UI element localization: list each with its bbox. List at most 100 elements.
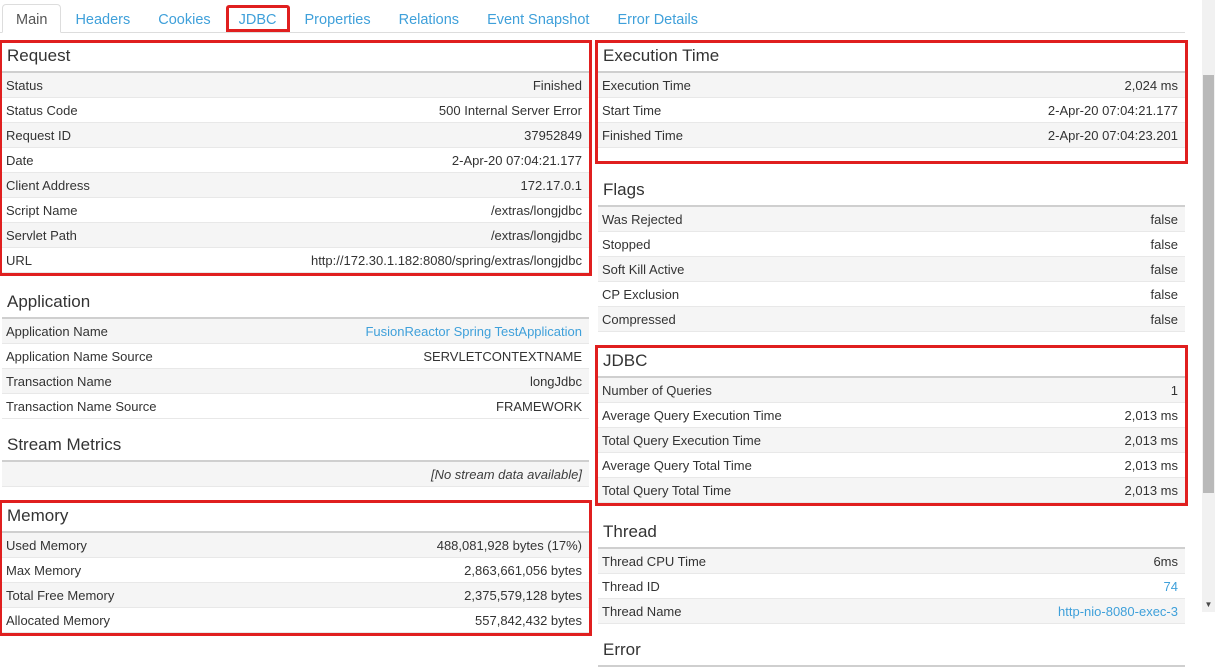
row-label: CP Exclusion (602, 287, 679, 302)
table-row: Average Query Total Time 2,013 ms (598, 453, 1185, 478)
table-row: Number of Queries1 (598, 378, 1185, 403)
tab-properties[interactable]: Properties (291, 4, 385, 33)
table-row: Transaction Name SourceFRAMEWORK (2, 394, 589, 419)
table-row: Compressedfalse (598, 307, 1185, 332)
row-label: Soft Kill Active (602, 262, 684, 277)
row-label: Request ID (6, 128, 71, 143)
row-value: /extras/longjdbc (491, 203, 582, 218)
row-label: Start Time (602, 103, 661, 118)
section-title-memory: Memory (2, 503, 589, 533)
row-label: Status Code (6, 103, 78, 118)
vertical-scrollbar[interactable]: ▼ (1202, 0, 1215, 612)
table-row: CP Exclusionfalse (598, 282, 1185, 307)
row-label: Transaction Name Source (6, 399, 157, 414)
row-label: Total Query Execution Time (602, 433, 761, 448)
row-label: Average Query Execution Time (602, 408, 782, 423)
row-value-link[interactable]: 74 (1164, 579, 1178, 594)
row-value: 557,842,432 bytes (475, 613, 582, 628)
request-detail-main: RequestStatusFinishedStatus Code500 Inte… (0, 33, 1215, 667)
table-row: Total Free Memory 2,375,579,128 bytes (2, 583, 589, 608)
table-row: URL http://172.30.1.182:8080/spring/extra… (2, 248, 589, 273)
tab-cookies[interactable]: Cookies (144, 4, 224, 33)
table-row: Request ID37952849 (2, 123, 589, 148)
section-memory: Memory Used Memory 488,081,928 bytes (17%)… (0, 500, 592, 636)
section-execution-time: Execution Time Execution Time 2,024 ms Star… (595, 40, 1188, 164)
section-title-flags: Flags (598, 177, 1185, 207)
row-label: Status (6, 78, 43, 93)
row-label: Script Name (6, 203, 78, 218)
row-label: Max Memory (6, 563, 81, 578)
section-application: ApplicationApplication NameFusionReactor… (2, 289, 589, 419)
section-title-execution-time: Execution Time (598, 43, 1185, 73)
row-label: URL (6, 253, 32, 268)
row-label: Stopped (602, 237, 650, 252)
row-value: 2-Apr-20 07:04:21.177 (1048, 103, 1178, 118)
row-value-link[interactable]: http-nio-8080-exec-3 (1058, 604, 1178, 619)
row-value: 2,013 ms (1125, 483, 1178, 498)
row-label: Thread Name (602, 604, 681, 619)
section-title-jdbc: JDBC (598, 348, 1185, 378)
section-title-application: Application (2, 289, 589, 319)
row-value: http://172.30.1.182:8080/spring/extras/l… (311, 253, 582, 268)
tab-jdbc[interactable]: JDBC (225, 4, 291, 33)
tab-main[interactable]: Main (2, 4, 61, 33)
row-value: 2-Apr-20 07:04:21.177 (452, 153, 582, 168)
table-row: Thread ID74 (598, 574, 1185, 599)
row-value: 2,024 ms (1125, 78, 1178, 93)
row-value: [No stream data available] (431, 467, 582, 482)
table-row: Transaction NamelongJdbc (2, 369, 589, 394)
row-value: 2,013 ms (1125, 458, 1178, 473)
tab-event-snapshot[interactable]: Event Snapshot (473, 4, 603, 33)
table-row: Client Address 172.17.0.1 (2, 173, 589, 198)
scrollbar-thumb[interactable] (1203, 75, 1214, 493)
row-label: Average Query Total Time (602, 458, 752, 473)
row-label: Thread CPU Time (602, 554, 706, 569)
section-thread: ThreadThread CPU Time6msThread ID74Threa… (598, 519, 1185, 624)
row-value: 2,013 ms (1125, 433, 1178, 448)
scrollbar-down-button[interactable]: ▼ (1202, 597, 1215, 611)
table-row: [No stream data available] (2, 462, 589, 487)
row-value: false (1151, 312, 1178, 327)
row-value: 2,375,579,128 bytes (464, 588, 582, 603)
section-flags: FlagsWas RejectedfalseStoppedfalseSoft K… (598, 177, 1185, 332)
table-row: Date2-Apr-20 07:04:21.177 (2, 148, 589, 173)
section-request: RequestStatusFinishedStatus Code500 Inte… (0, 40, 592, 276)
section-title-error: Error (598, 637, 1185, 667)
row-value: /extras/longjdbc (491, 228, 582, 243)
tab-error-details[interactable]: Error Details (603, 4, 712, 33)
section-jdbc: JDBCNumber of Queries1 Average Query Exec… (595, 345, 1188, 506)
table-row: Start Time 2-Apr-20 07:04:21.177 (598, 98, 1185, 123)
row-label: Client Address (6, 178, 90, 193)
row-value: 488,081,928 bytes (17%) (437, 538, 582, 553)
table-row: Execution Time 2,024 ms (598, 73, 1185, 98)
table-row: Stopped false (598, 232, 1185, 257)
column-left: RequestStatusFinishedStatus Code500 Inte… (2, 40, 589, 667)
table-row: Used Memory 488,081,928 bytes (17%) (2, 533, 589, 558)
row-value: 500 Internal Server Error (439, 103, 582, 118)
row-value: false (1151, 262, 1178, 277)
row-label: Execution Time (602, 78, 691, 93)
row-value-link[interactable]: FusionReactor Spring TestApplication (365, 324, 582, 339)
table-row: Servlet Path/extras/longjdbc (2, 223, 589, 248)
row-label: Servlet Path (6, 228, 77, 243)
table-row: Total Query Execution Time 2,013 ms (598, 428, 1185, 453)
tab-headers[interactable]: Headers (61, 4, 144, 33)
row-value: false (1151, 237, 1178, 252)
column-right: Execution Time Execution Time 2,024 ms Star… (598, 40, 1185, 667)
tab-bar: MainHeadersCookiesJDBCPropertiesRelation… (0, 0, 1215, 33)
row-value: 6ms (1153, 554, 1178, 569)
table-row: StatusFinished (2, 73, 589, 98)
section-stream-metrics: Stream Metrics[No stream data available] (2, 432, 589, 487)
row-label: Used Memory (6, 538, 87, 553)
row-value: 2,863,661,056 bytes (464, 563, 582, 578)
row-value: 2-Apr-20 07:04:23.201 (1048, 128, 1178, 143)
table-row: Status Code 500 Internal Server Error (2, 98, 589, 123)
table-row: Script Name/extras/longjdbc (2, 198, 589, 223)
table-row: Was Rejectedfalse (598, 207, 1185, 232)
tab-relations[interactable]: Relations (385, 4, 473, 33)
row-label: Finished Time (602, 128, 683, 143)
row-label: Total Free Memory (6, 588, 114, 603)
section-error: Error (598, 637, 1185, 667)
row-label: Was Rejected (602, 212, 682, 227)
row-value: 172.17.0.1 (521, 178, 582, 193)
